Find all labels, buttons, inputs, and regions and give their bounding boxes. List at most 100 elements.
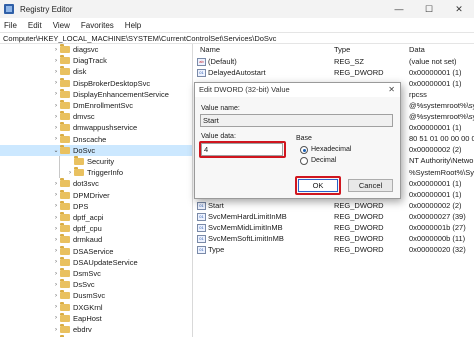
value-row[interactable]: 01 SvcMemHardLimitInMB REG_DWORD 0x00000027…: [194, 211, 474, 222]
value-row[interactable]: 01 Type REG_DWORD 0x00000020 (32): [194, 244, 474, 255]
menu-edit[interactable]: Edit: [28, 21, 42, 30]
tree-item[interactable]: › DisplayEnhancementService: [0, 88, 192, 100]
menu-file[interactable]: File: [4, 21, 17, 30]
tree-item[interactable]: Security: [0, 156, 192, 167]
folder-icon: [60, 122, 70, 132]
chevron-right-icon[interactable]: ›: [52, 80, 60, 86]
tree-item[interactable]: › DSAUpdateService: [0, 256, 192, 268]
chevron-down-icon[interactable]: ⌄: [52, 147, 60, 154]
chevron-right-icon[interactable]: ›: [52, 226, 60, 232]
tree-item[interactable]: › drmkaud: [0, 234, 192, 245]
tree-item[interactable]: ⌄ DoSvc: [0, 144, 192, 156]
decimal-label[interactable]: Decimal: [311, 157, 336, 164]
address-bar[interactable]: Computer\HKEY_LOCAL_MACHINE\SYSTEM\Curre…: [0, 32, 474, 44]
folder-icon: [60, 256, 70, 266]
chevron-right-icon[interactable]: ›: [52, 136, 60, 142]
chevron-right-icon[interactable]: ›: [52, 259, 60, 265]
maximize-button[interactable]: ☐: [414, 0, 444, 18]
menu-favorites[interactable]: Favorites: [81, 21, 114, 30]
close-button[interactable]: ✕: [444, 0, 474, 18]
value-name: SvcMemHardLimitInMB: [208, 211, 287, 221]
chevron-right-icon[interactable]: ›: [52, 47, 60, 53]
column-type[interactable]: Type: [334, 44, 350, 56]
tree-item[interactable]: › EapHost: [0, 312, 192, 324]
minimize-button[interactable]: —: [384, 0, 414, 18]
chevron-right-icon[interactable]: ›: [52, 103, 60, 109]
tree-item[interactable]: › DusmSvc: [0, 290, 192, 301]
dialog-close-icon[interactable]: ✕: [388, 83, 395, 97]
tree-item[interactable]: › dot3svc: [0, 178, 192, 189]
value-data: 0x0000001b (27): [409, 222, 466, 232]
menu-help[interactable]: Help: [125, 21, 141, 30]
chevron-right-icon[interactable]: ›: [52, 271, 60, 277]
chevron-right-icon[interactable]: ›: [52, 293, 60, 299]
chevron-right-icon[interactable]: ›: [52, 315, 60, 321]
chevron-right-icon[interactable]: ›: [52, 215, 60, 221]
base-label: Base: [296, 135, 312, 142]
tree-item-label: TriggerInfo: [87, 168, 123, 178]
chevron-right-icon[interactable]: ›: [52, 58, 60, 64]
title-bar: Registry Editor — ☐ ✕: [0, 0, 474, 18]
tree-item-label: drmkaud: [73, 235, 103, 245]
folder-icon: [60, 100, 70, 109]
tree-item[interactable]: › DiagTrack: [0, 55, 192, 66]
window-controls: — ☐ ✕: [384, 0, 474, 18]
value-type: REG_DWORD: [334, 244, 384, 254]
value-row[interactable]: 01 DelayedAutostart REG_DWORD 0x00000001 (1…: [194, 67, 474, 78]
cancel-button[interactable]: Cancel: [348, 179, 393, 192]
tree-item[interactable]: › dmwappushservice: [0, 122, 192, 133]
tree-item-label: dptf_acpi: [73, 213, 104, 222]
tree-item[interactable]: › DmEnrollmentSvc: [0, 100, 192, 111]
tree-item[interactable]: › DispBrokerDesktopSvc: [0, 77, 192, 89]
tree-item[interactable]: › DXGKrnl: [0, 301, 192, 313]
chevron-right-icon[interactable]: ›: [52, 327, 60, 333]
chevron-right-icon[interactable]: ›: [52, 114, 60, 120]
column-name[interactable]: Name: [200, 44, 220, 56]
tree-item[interactable]: › DPMDriver: [0, 189, 192, 201]
value-name: Start: [208, 200, 224, 210]
value-row[interactable]: ab (Default) REG_SZ (value not set): [194, 56, 474, 67]
value-row[interactable]: 01 Start REG_DWORD 0x00000002 (2): [194, 200, 474, 211]
chevron-right-icon[interactable]: ›: [52, 91, 60, 97]
chevron-right-icon[interactable]: ›: [52, 125, 60, 131]
chevron-right-icon[interactable]: ›: [52, 248, 60, 254]
folder-icon: [60, 189, 70, 199]
tree-item-label: dmwappushservice: [73, 123, 138, 133]
tree-item[interactable]: › disk: [0, 66, 192, 77]
value-data: (value not set): [409, 57, 457, 66]
tree-item[interactable]: › DPS: [0, 200, 192, 212]
chevron-right-icon[interactable]: ›: [52, 237, 60, 243]
tree-item-label: DusmSvc: [73, 291, 106, 301]
tree-item[interactable]: › Dnscache: [0, 133, 192, 145]
tree-item-label: dot3svc: [73, 179, 99, 189]
value-type: REG_DWORD: [334, 200, 384, 210]
tree-item[interactable]: › diagsvc: [0, 44, 192, 55]
tree-item[interactable]: › dmvsc: [0, 111, 192, 122]
value-row[interactable]: 01 SvcMemSoftLimitInMB REG_DWORD 0x0000000b…: [194, 233, 474, 244]
column-data[interactable]: Data: [409, 44, 425, 56]
chevron-right-icon[interactable]: ›: [52, 203, 60, 209]
chevron-right-icon[interactable]: ›: [52, 282, 60, 288]
tree-item[interactable]: › dptf_cpu: [0, 223, 192, 234]
hexadecimal-radio[interactable]: [300, 146, 308, 154]
tree-item[interactable]: › ebdrv: [0, 324, 192, 335]
value-row[interactable]: 01 SvcMemMidLimitInMB REG_DWORD 0x0000001b …: [194, 222, 474, 233]
tree-item[interactable]: › DsmSvc: [0, 268, 192, 279]
registry-tree[interactable]: › diagsvc › DiagTrack › disk › DispBrokerDeskto…: [0, 44, 193, 337]
chevron-right-icon[interactable]: ›: [66, 170, 74, 176]
chevron-right-icon[interactable]: ›: [52, 192, 60, 198]
hexadecimal-label[interactable]: Hexadecimal: [311, 146, 351, 153]
menu-view[interactable]: View: [53, 21, 70, 30]
tree-item[interactable]: › TriggerInfo: [0, 167, 192, 178]
chevron-right-icon[interactable]: ›: [52, 181, 60, 187]
tree-item[interactable]: › dptf_acpi: [0, 212, 192, 223]
tree-item-label: dptf_cpu: [73, 224, 102, 234]
value-data: NT Authority\Netwo: [409, 156, 474, 166]
tree-item[interactable]: › DSAService: [0, 245, 192, 257]
chevron-right-icon[interactable]: ›: [52, 304, 60, 310]
tree-item[interactable]: › DsSvc: [0, 279, 192, 290]
decimal-radio[interactable]: [300, 157, 308, 165]
chevron-right-icon[interactable]: ›: [52, 69, 60, 75]
value-data-highlight: [199, 141, 286, 158]
binary-value-icon: 01: [197, 223, 206, 232]
